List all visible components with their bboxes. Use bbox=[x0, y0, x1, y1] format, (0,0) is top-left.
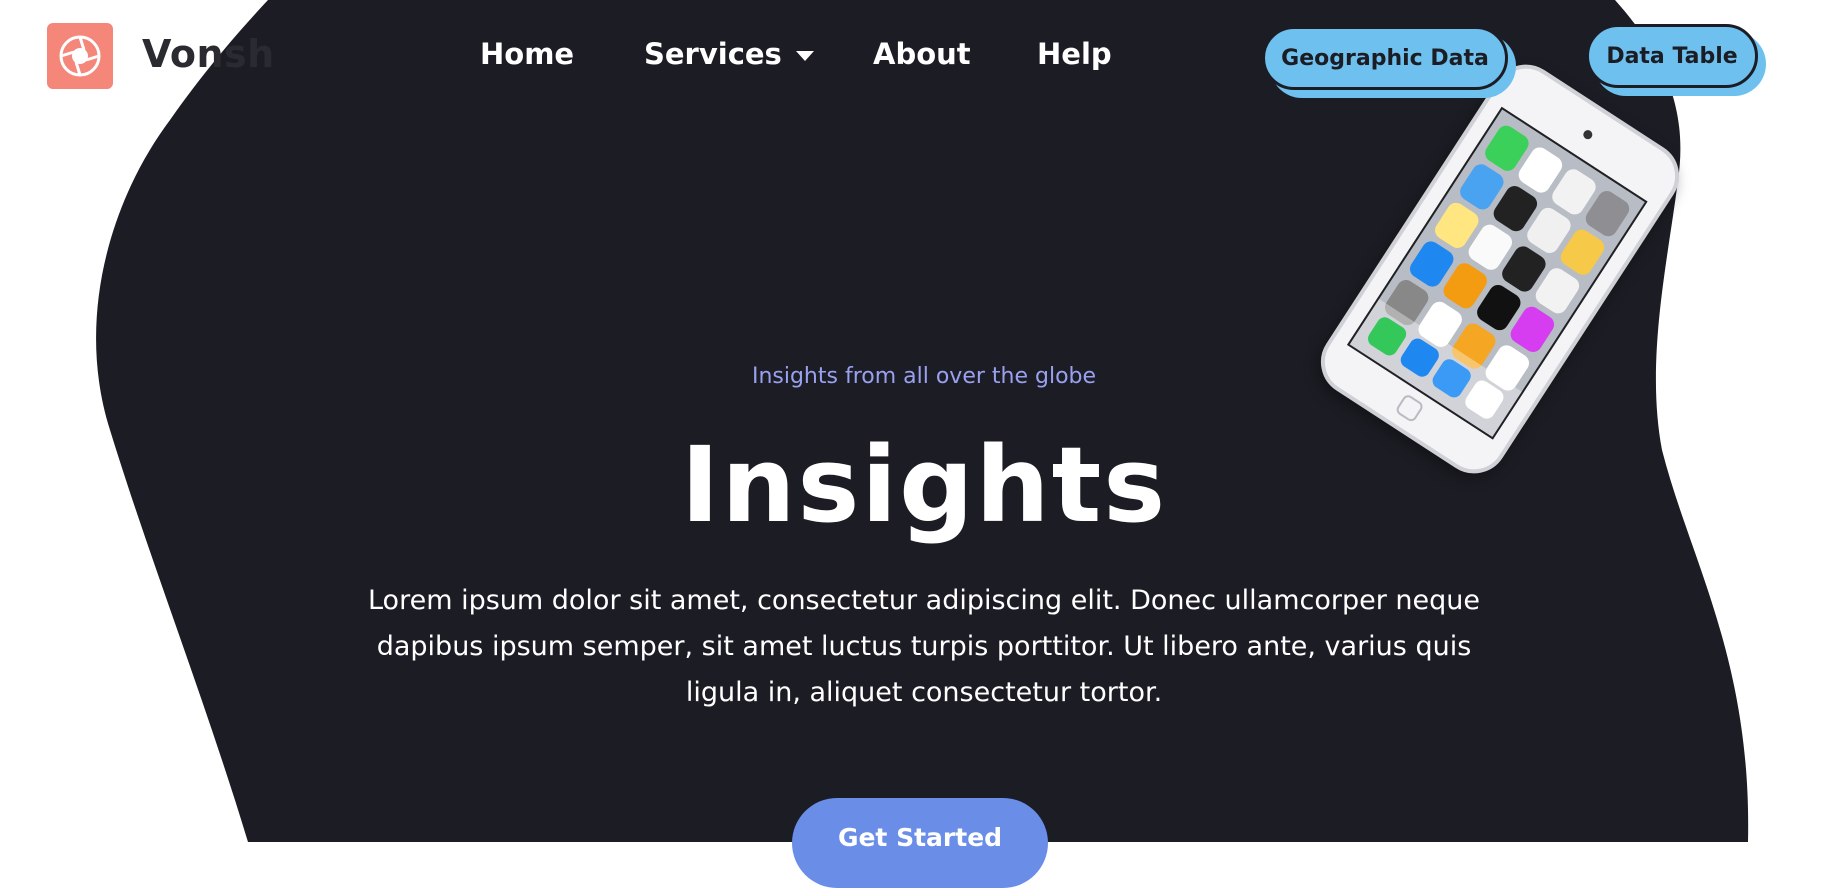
geographic-data-wrapper: Geographic Data bbox=[1262, 26, 1516, 98]
nav-home[interactable]: Home bbox=[480, 37, 574, 71]
hero-title: Insights bbox=[680, 424, 1168, 546]
data-table-button[interactable]: Data Table bbox=[1586, 24, 1758, 88]
phone-home-button bbox=[1394, 393, 1425, 424]
chevron-down-icon bbox=[795, 51, 814, 61]
geographic-data-button[interactable]: Geographic Data bbox=[1262, 26, 1508, 90]
nav-services[interactable]: Services bbox=[644, 37, 814, 71]
nav-about[interactable]: About bbox=[873, 37, 971, 71]
hero-description: Lorem ipsum dolor sit amet, consectetur … bbox=[367, 585, 1481, 708]
get-started-button[interactable]: Get Started bbox=[792, 798, 1048, 888]
nav-services-label: Services bbox=[644, 37, 782, 71]
nav-help[interactable]: Help bbox=[1037, 37, 1112, 71]
hero-tagline: Insights from all over the globe bbox=[751, 364, 1097, 389]
brand-name[interactable]: Vonsh bbox=[142, 32, 275, 76]
logo-icon[interactable] bbox=[47, 23, 113, 89]
data-table-wrapper: Data Table bbox=[1586, 24, 1766, 96]
phone-camera bbox=[1581, 128, 1595, 141]
aperture-icon bbox=[59, 35, 101, 77]
